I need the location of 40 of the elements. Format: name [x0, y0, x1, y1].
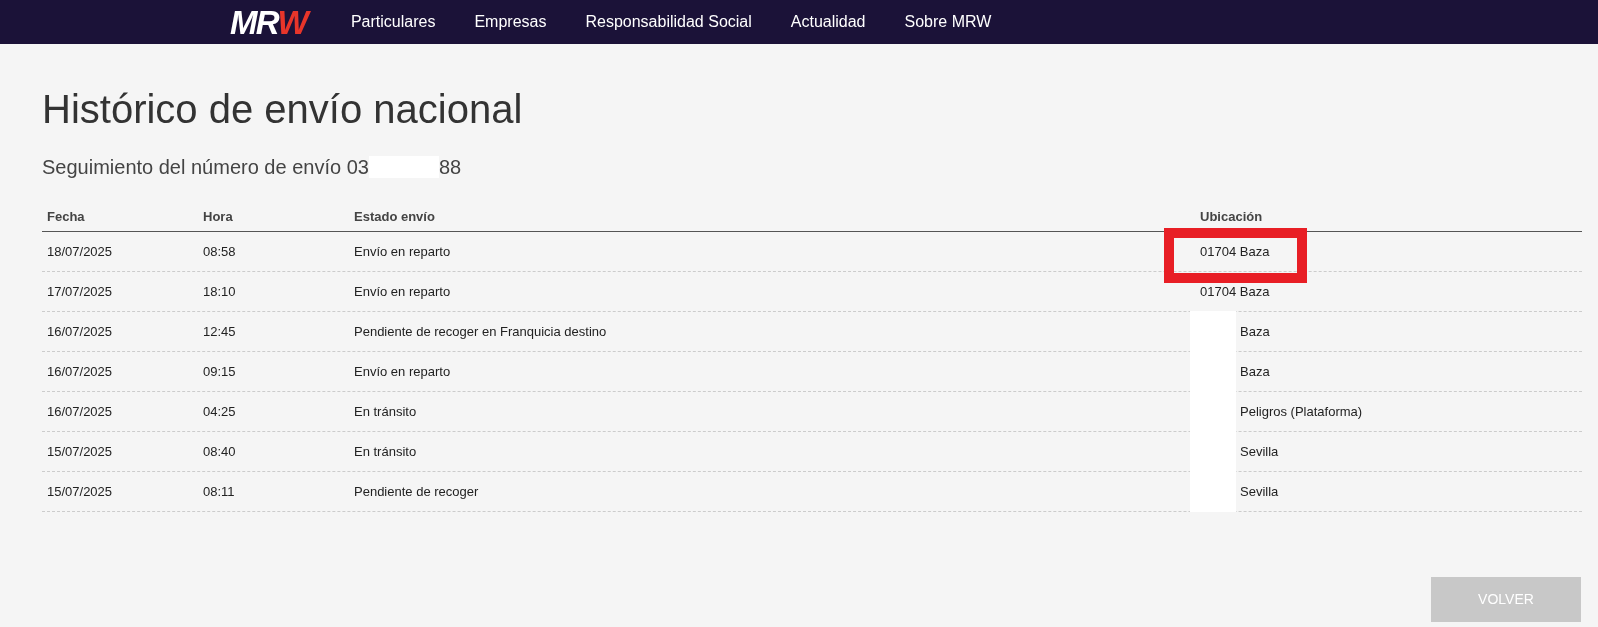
table-cell-text: Baza	[1239, 322, 1270, 341]
column-header: Hora	[203, 208, 233, 224]
nav-link[interactable]: Actualidad	[790, 10, 866, 34]
column-header: Estado envío	[354, 208, 435, 224]
nav-link[interactable]: Sobre MRW	[904, 10, 992, 34]
table-cell: 18:10	[203, 283, 236, 299]
table-cell-text: Peligros (Plataforma)	[1239, 402, 1363, 421]
table-cell: 12:45	[203, 323, 236, 339]
table-cell: Envío en reparto	[354, 283, 451, 299]
table-cell: Pendiente de recoger	[354, 483, 479, 499]
table-cell: 04:25	[203, 403, 236, 419]
nav-link[interactable]: Responsabilidad Social	[585, 10, 752, 34]
table-cell: En tránsito	[354, 443, 417, 459]
table-cell: Envío en reparto	[354, 243, 451, 259]
page-title: Histórico de envío nacional	[42, 86, 524, 133]
table-cell-text: Sevilla	[1239, 442, 1279, 461]
table-cell-text: Sevilla	[1239, 482, 1279, 501]
table-cell-text: 01704 Baza	[1200, 242, 1270, 261]
table-cell: 16/07/2025	[47, 363, 113, 379]
table-cell: 08:11	[203, 483, 235, 499]
table-cell: 18/07/2025	[47, 243, 113, 259]
table-cell: 08:58	[203, 243, 236, 259]
table-cell: 09:15	[203, 363, 236, 379]
nav-link[interactable]: Particulares	[350, 10, 436, 34]
table-cell: Pendiente de recoger en Franquicia destino	[354, 323, 607, 339]
column-header: Fecha	[47, 208, 85, 224]
nav-link[interactable]: Empresas	[474, 10, 547, 34]
table-cell-text: Baza	[1239, 362, 1270, 381]
table-cell: 15/07/2025	[47, 483, 113, 499]
table-cell: 16/07/2025	[47, 323, 113, 339]
column-header: Ubicación	[1200, 208, 1263, 224]
table-cell: 17/07/2025	[47, 283, 113, 299]
table-cell: 16/07/2025	[47, 403, 113, 419]
table-cell: Envío en reparto	[354, 363, 451, 379]
table-cell: 08:40	[203, 443, 236, 459]
subtitle: Seguimiento del número de envío 03	[42, 155, 369, 180]
table-cell-text: 01704 Baza	[1200, 282, 1270, 301]
subtitle-suffix: 88	[438, 155, 462, 180]
table-cell: 15/07/2025	[47, 443, 113, 459]
table-cell: En tránsito	[354, 403, 417, 419]
